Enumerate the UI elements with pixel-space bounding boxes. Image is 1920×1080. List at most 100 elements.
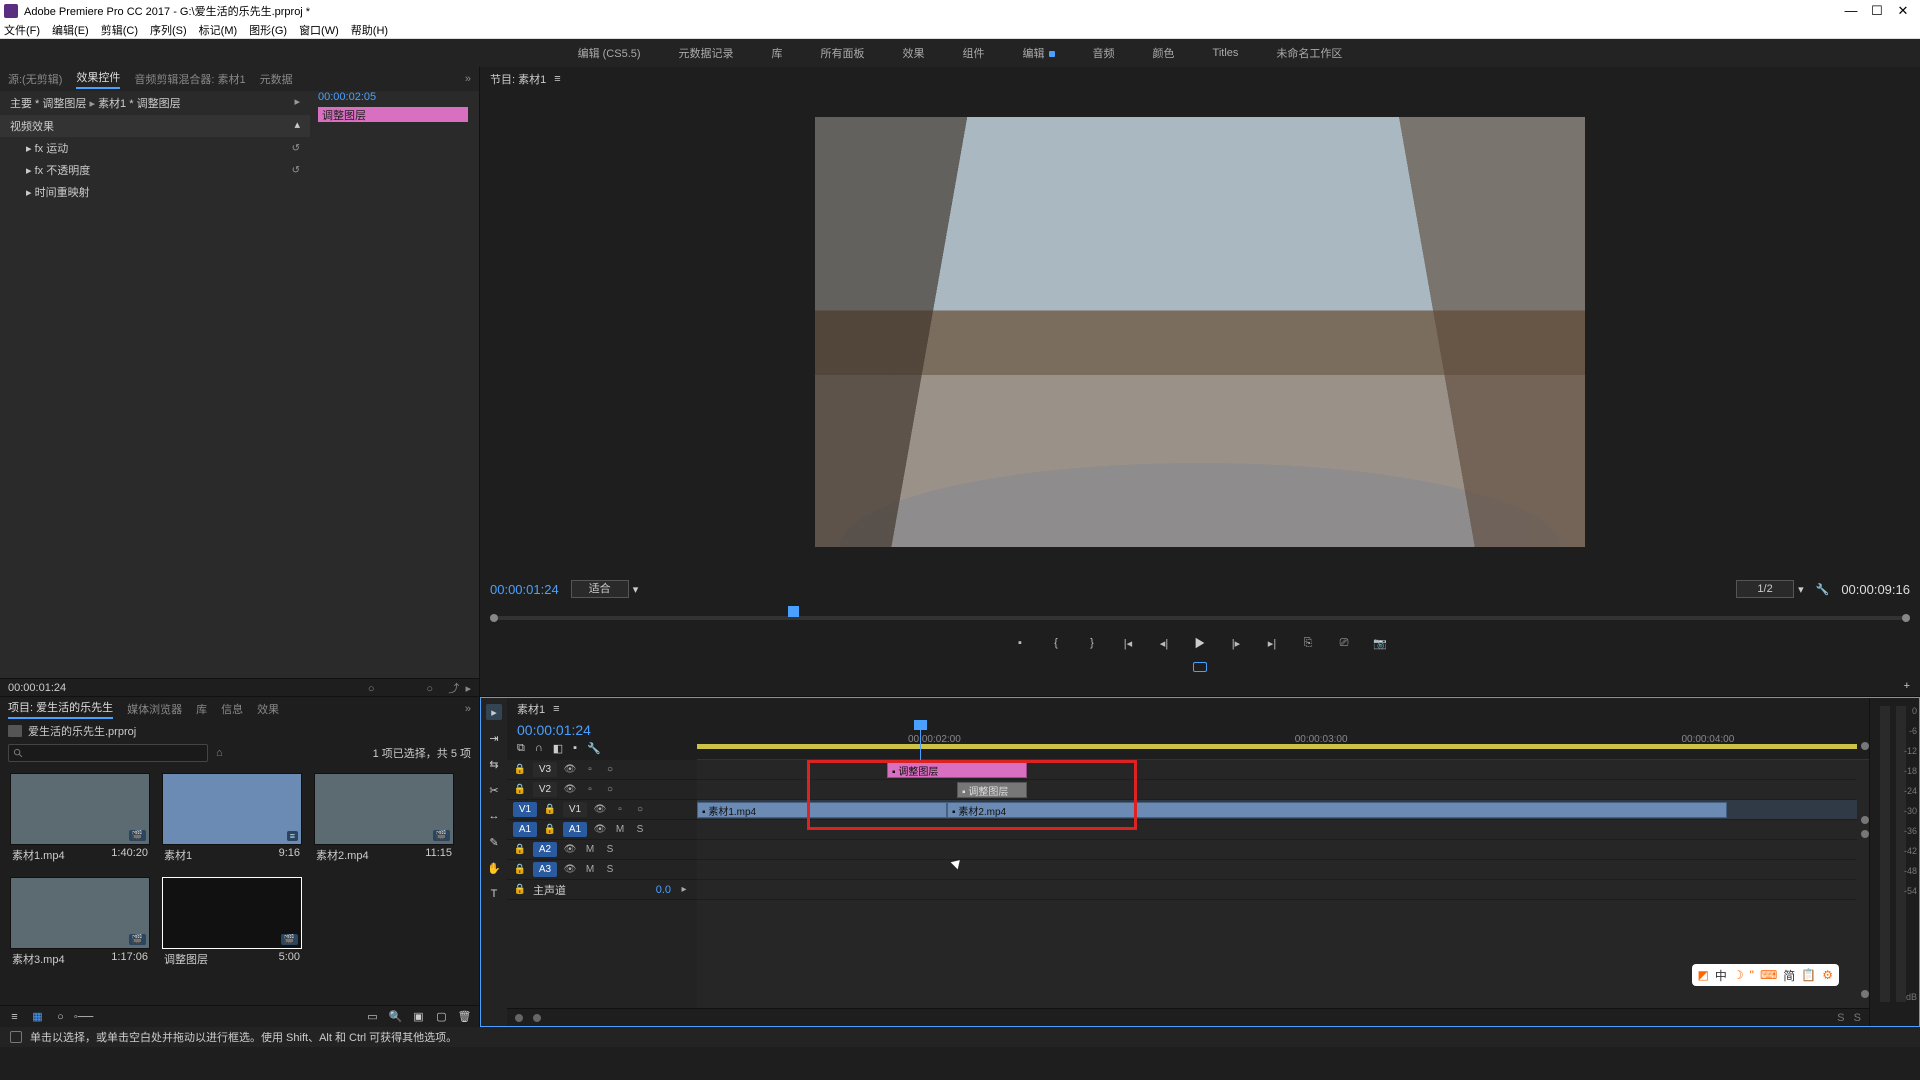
tab-project[interactable]: 项目: 爱生活的乐先生 — [8, 699, 113, 719]
slip-tool-icon[interactable]: ↔ — [486, 808, 502, 824]
goto-out-icon[interactable]: ▸| — [1264, 635, 1280, 651]
track-header[interactable]: 🔒V3👁▫○ — [507, 760, 697, 780]
project-thumb[interactable]: ≡素材19:16 — [162, 773, 302, 865]
timeline-clip[interactable]: ▪ 素材2.mp4 — [947, 802, 1727, 818]
close-button[interactable]: ✕ — [1890, 3, 1916, 19]
new-bin-icon[interactable]: ▭ — [366, 1010, 379, 1023]
step-back-icon[interactable]: ◂| — [1156, 635, 1172, 651]
fit-dropdown[interactable]: 适合 — [571, 580, 629, 598]
selection-tool-icon[interactable]: ▸ — [486, 704, 502, 720]
ws-item-active[interactable]: 编辑 — [1023, 45, 1055, 61]
folder-icon[interactable]: ▢ — [435, 1010, 448, 1023]
minimize-button[interactable]: — — [1838, 3, 1864, 18]
ws-item[interactable]: 未命名工作区 — [1276, 45, 1342, 61]
panel-menu-icon[interactable]: ≡ — [553, 703, 559, 715]
ws-item[interactable]: 编辑 (CS5.5) — [578, 45, 641, 61]
ws-item[interactable]: 元数据记录 — [679, 45, 734, 61]
timeline-clip[interactable]: ▪ 调整图层 — [957, 782, 1027, 798]
maximize-button[interactable]: ☐ — [1864, 3, 1890, 19]
ec-footer-timecode[interactable]: 00:00:01:24 ○ ○ ⤴ ▸ — [0, 678, 479, 696]
panel-menu-icon[interactable]: » — [465, 73, 471, 85]
snap-icon[interactable]: ⧉ — [517, 742, 525, 755]
zoom-handle[interactable] — [515, 1014, 523, 1022]
ime-toolbar[interactable]: ◩ 中 ☽ " ⌨ 简 📋 ⚙ — [1692, 964, 1839, 986]
tab-info[interactable]: 信息 — [221, 701, 243, 717]
export-frame-icon[interactable]: 📷 — [1372, 635, 1388, 651]
menu-clip[interactable]: 剪辑(C) — [101, 22, 138, 38]
ec-section-video[interactable]: 视频效果▴ — [0, 115, 310, 137]
list-view-icon[interactable]: ≡ — [8, 1010, 21, 1023]
tab-source[interactable]: 源:(无剪辑) — [8, 71, 62, 87]
project-search-input[interactable] — [8, 744, 208, 762]
scroll-handle[interactable] — [1861, 990, 1869, 998]
menu-help[interactable]: 帮助(H) — [351, 22, 388, 38]
ime-clip-icon[interactable]: 📋 — [1801, 968, 1816, 982]
type-tool-icon[interactable]: T — [486, 886, 502, 902]
timeline-ruler[interactable]: 00:00:02:00 00:00:03:00 00:00:04:00 — [697, 720, 1869, 760]
ec-clip-bar[interactable]: 调整图层 — [318, 107, 468, 122]
ime-moon-icon[interactable]: ☽ — [1733, 968, 1744, 982]
chevron-down-icon[interactable]: ▾ — [633, 583, 639, 596]
section-toggle-icon[interactable]: ▴ — [294, 118, 300, 134]
ws-item[interactable]: 库 — [772, 45, 783, 61]
track-header[interactable]: 🔒V2👁▫○ — [507, 780, 697, 800]
wrench-icon[interactable]: 🔧 — [587, 742, 601, 755]
marker-icon[interactable]: ▪ — [1012, 635, 1028, 651]
extract-icon[interactable]: ⎚ — [1336, 635, 1352, 651]
menu-file[interactable]: 文件(F) — [4, 22, 40, 38]
panel-menu-icon[interactable]: » — [465, 703, 471, 715]
timeline-tc[interactable]: 00:00:01:24 — [517, 722, 687, 738]
ws-item[interactable]: Titles — [1213, 47, 1239, 59]
timeline-clip[interactable]: ▪ 调整图层 — [887, 762, 1027, 778]
reset-icon[interactable]: ↺ — [292, 143, 300, 154]
ws-item[interactable]: 颜色 — [1153, 45, 1175, 61]
tab-media-browser[interactable]: 媒体浏览器 — [127, 701, 182, 717]
ec-effect-timeremap[interactable]: ▸ 时间重映射 — [0, 181, 310, 203]
zoom-handle[interactable] — [1861, 742, 1869, 750]
lift-icon[interactable]: ⎘ — [1300, 635, 1316, 651]
track-header[interactable]: A1🔒A1👁MS — [507, 820, 697, 840]
track-header[interactable]: V1🔒V1👁▫○ — [507, 800, 697, 820]
menu-edit[interactable]: 编辑(E) — [52, 22, 89, 38]
project-thumb[interactable]: 🎬素材3.mp41:17:06 — [10, 877, 150, 969]
track-header[interactable]: 🔒A2👁MS — [507, 840, 697, 860]
tab-metadata[interactable]: 元数据 — [260, 71, 293, 87]
ec-breadcrumb[interactable]: 主要 * 调整图层 ▸ 素材1 * 调整图层 ▸ — [0, 91, 310, 115]
ec-effect-motion[interactable]: ▸ fx 运动↺ — [0, 137, 310, 159]
goto-in-icon[interactable]: |◂ — [1120, 635, 1136, 651]
ripple-edit-icon[interactable]: ⇆ — [486, 756, 502, 772]
chevron-down-icon[interactable]: ▾ — [1798, 583, 1804, 596]
out-point-icon[interactable]: } — [1084, 635, 1100, 651]
playhead-icon[interactable] — [788, 606, 799, 617]
ime-gear-icon[interactable]: ⚙ — [1822, 968, 1833, 982]
freeform-icon[interactable]: ○ — [54, 1010, 67, 1023]
tab-audio-mixer[interactable]: 音频剪辑混合器: 素材1 — [134, 71, 245, 87]
zoom-handle[interactable] — [533, 1014, 541, 1022]
ime-keyboard-icon[interactable]: ⌨ — [1760, 968, 1777, 982]
zoom-slider[interactable]: ◦── — [77, 1010, 90, 1023]
program-preview[interactable] — [815, 117, 1585, 547]
settings-icon[interactable]: ▪ — [573, 742, 577, 755]
menu-marker[interactable]: 标记(M) — [199, 22, 238, 38]
ws-item[interactable]: 音频 — [1093, 45, 1115, 61]
safe-margins-icon[interactable] — [1193, 662, 1207, 672]
ws-item[interactable]: 所有面板 — [821, 45, 865, 61]
zoom-dropdown[interactable]: 1/2 — [1736, 580, 1794, 598]
scroll-handle[interactable] — [1861, 830, 1869, 838]
tab-effects[interactable]: 效果 — [257, 701, 279, 717]
pen-tool-icon[interactable]: ✎ — [486, 834, 502, 850]
menu-sequence[interactable]: 序列(S) — [150, 22, 187, 38]
project-thumb[interactable]: 🎬素材2.mp411:15 — [314, 773, 454, 865]
marker-icon[interactable]: ◧ — [553, 742, 563, 755]
new-item-icon[interactable]: ▣ — [412, 1010, 425, 1023]
icon-view-icon[interactable]: ▦ — [31, 1010, 44, 1023]
ws-item[interactable]: 组件 — [963, 45, 985, 61]
track-header[interactable]: 🔒A3👁MS — [507, 860, 697, 880]
track-select-icon[interactable]: ⇥ — [486, 730, 502, 746]
timeline-clip[interactable]: ▪ 素材1.mp4 — [697, 802, 947, 818]
project-thumb[interactable]: 🎬调整图层5:00 — [162, 877, 302, 969]
tab-effect-controls[interactable]: 效果控件 — [76, 69, 120, 89]
search-icon[interactable]: 🔍 — [389, 1010, 402, 1023]
delete-icon[interactable]: 🗑 — [458, 1010, 471, 1023]
sequence-tab[interactable]: 素材1 — [517, 701, 545, 717]
